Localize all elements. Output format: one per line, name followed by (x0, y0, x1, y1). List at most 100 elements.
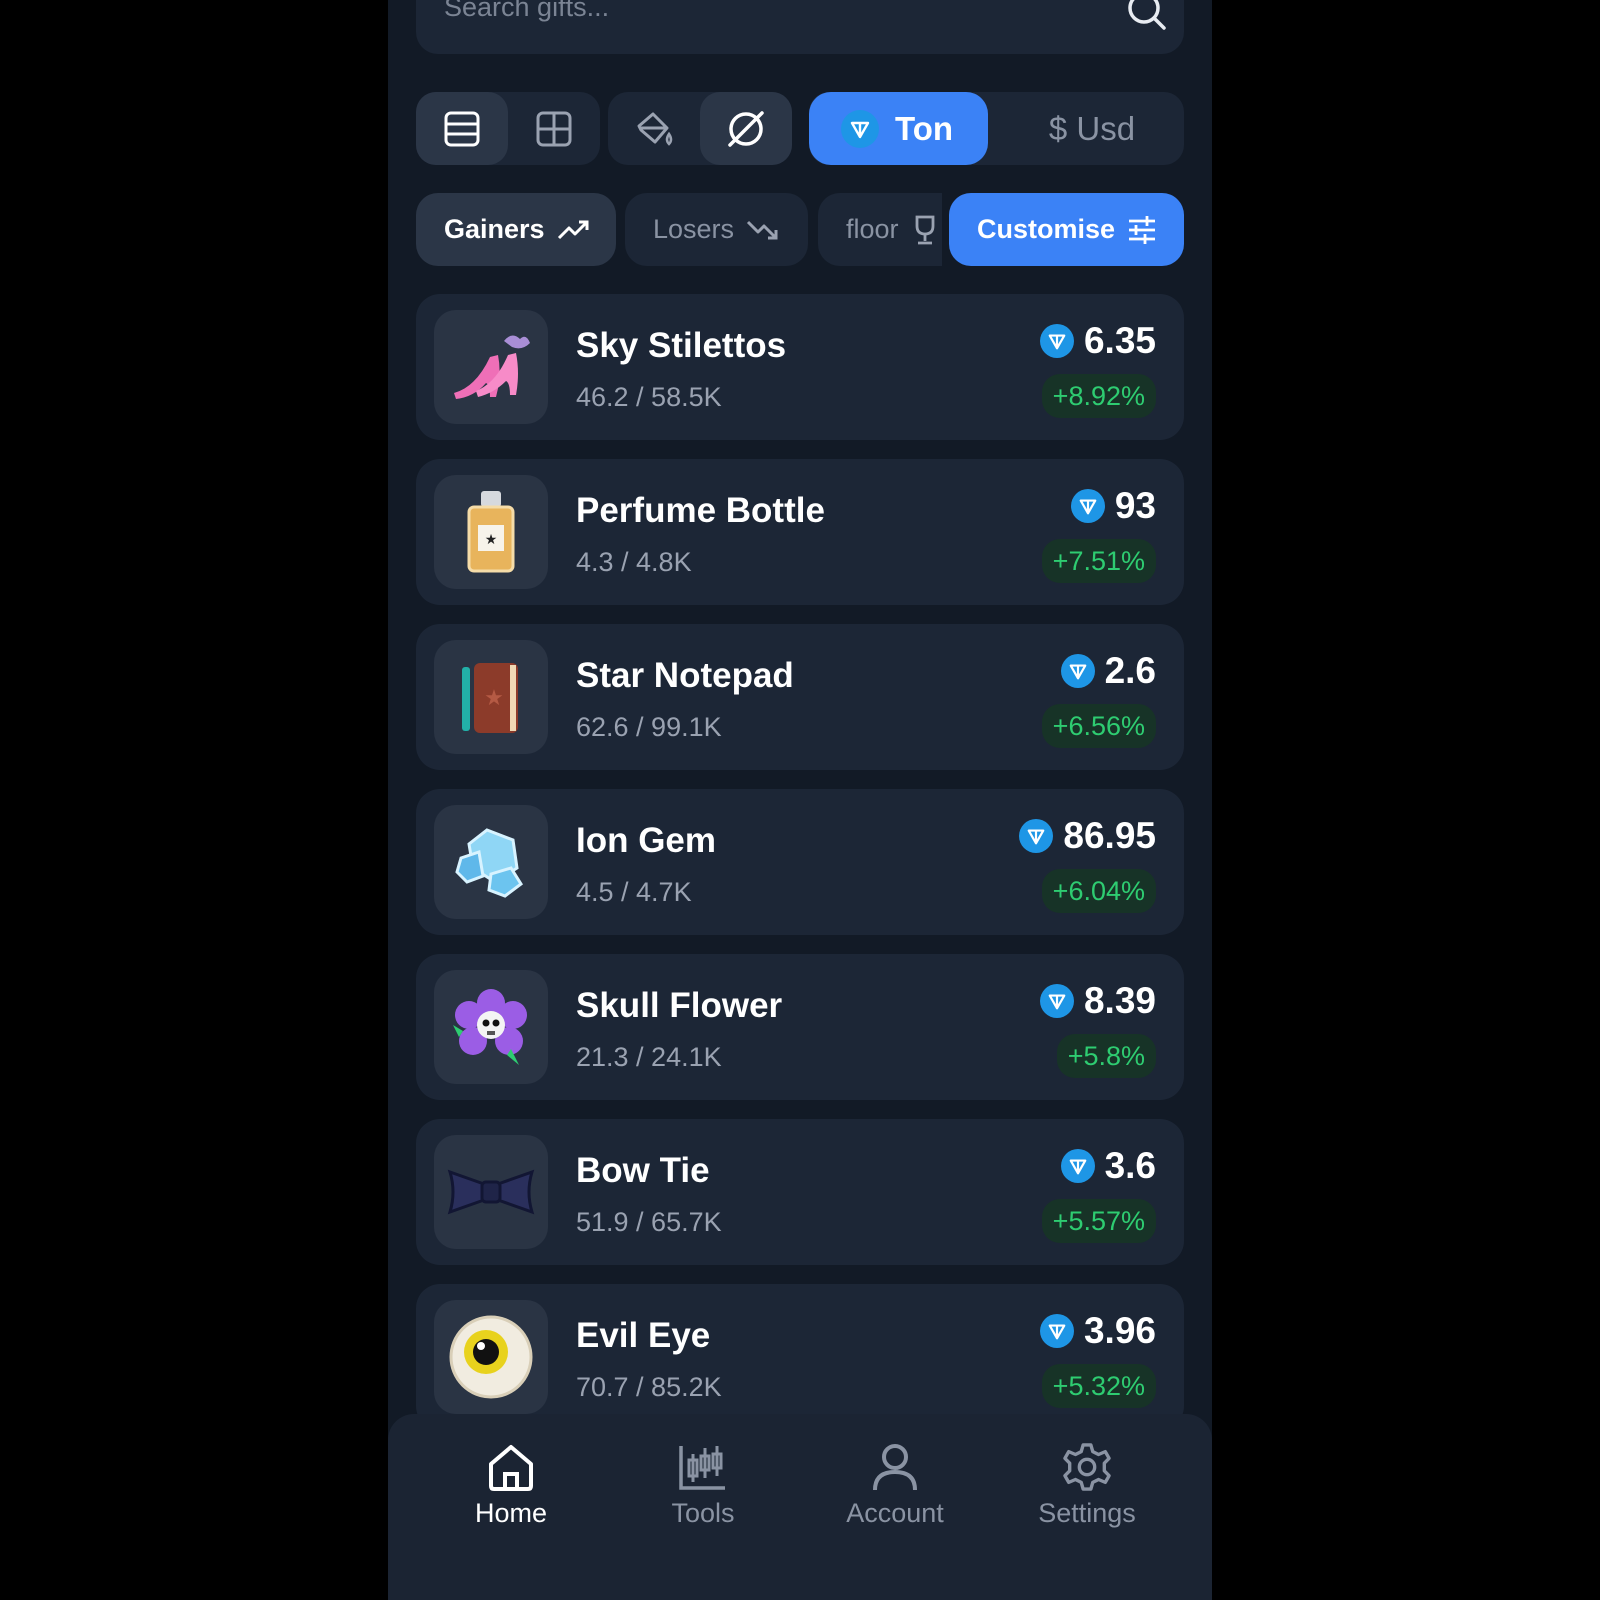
gift-price: 2.6 (1060, 650, 1156, 692)
ton-icon (1039, 324, 1074, 358)
gear-icon (1063, 1443, 1111, 1491)
gift-row[interactable]: ★ Perfume Bottle 4.3 / 4.8K 93 +7.51% (416, 459, 1184, 605)
gift-row[interactable]: ★ Star Notepad 62.6 / 99.1K 2.6 +6.56% (416, 624, 1184, 770)
view-toggle (416, 92, 600, 165)
notepad-icon: ★ (462, 663, 518, 733)
bow-tie-icon (447, 1169, 535, 1215)
usd-label: $ Usd (1048, 109, 1136, 147)
ton-icon (1019, 819, 1054, 853)
price-value: 8.39 (1083, 980, 1156, 1021)
nav-account-label: Account (846, 1498, 944, 1528)
gift-price: 3.96 (1039, 1310, 1156, 1352)
losers-label: Losers (653, 214, 735, 244)
gift-supply: 46.2 / 58.5K (576, 382, 722, 412)
nav-home[interactable]: Home (426, 1442, 596, 1529)
sliders-icon (1129, 215, 1156, 244)
gift-supply: 51.9 / 65.7K (576, 1207, 722, 1237)
gem-icon (455, 828, 524, 898)
price-value: 3.96 (1083, 1310, 1156, 1351)
gift-supply: 70.7 / 85.2K (576, 1372, 722, 1402)
gift-thumbnail: ★ (434, 640, 548, 754)
ton-icon (1070, 489, 1105, 523)
fill-button[interactable] (608, 92, 700, 165)
ton-icon (1039, 1314, 1074, 1348)
trophy-icon (915, 215, 934, 244)
gift-row[interactable]: Bow Tie 51.9 / 65.7K 3.6 +5.57% (416, 1119, 1184, 1265)
floor-chip[interactable]: floor (818, 193, 942, 266)
price-value: 6.35 (1083, 320, 1156, 361)
grid-view-icon (536, 111, 572, 146)
change-badge: +8.92% (1041, 374, 1156, 418)
gift-row[interactable]: Sky Stilettos 46.2 / 58.5K 6.35 +8.92% (416, 294, 1184, 440)
bottom-nav: Home Tools Account Settings (388, 1414, 1212, 1600)
gift-thumbnail (434, 970, 548, 1084)
home-icon (489, 1445, 533, 1491)
stiletto-icon (454, 335, 530, 399)
nav-home-label: Home (474, 1498, 548, 1528)
gift-row[interactable]: Skull Flower 21.3 / 24.1K 8.39 +5.8% (416, 954, 1184, 1100)
change-badge: +5.8% (1056, 1034, 1156, 1078)
gift-price: 8.39 (1039, 980, 1156, 1022)
nav-settings-label: Settings (1038, 1498, 1136, 1528)
trending-down-icon (746, 220, 778, 239)
gift-row[interactable]: Evil Eye 70.7 / 85.2K 3.96 +5.32% (416, 1284, 1184, 1430)
svg-text:★: ★ (484, 686, 504, 711)
change-badge: +7.51% (1041, 539, 1156, 583)
ton-currency-button[interactable]: Ton (809, 92, 988, 165)
gift-row[interactable]: Ion Gem 4.5 / 4.7K 86.95 +6.04% (416, 789, 1184, 935)
perfume-icon: ★ (467, 491, 515, 573)
search-icon[interactable] (1124, 0, 1168, 32)
gift-thumbnail (434, 805, 548, 919)
ton-icon (1039, 984, 1074, 1018)
gift-thumbnail (434, 1135, 548, 1249)
gift-supply: 4.3 / 4.8K (576, 547, 692, 577)
background-toggle (608, 92, 792, 165)
search-bar[interactable]: Search gifts... (416, 0, 1184, 54)
nav-tools[interactable]: Tools (618, 1442, 788, 1529)
ton-icon (1060, 1149, 1095, 1183)
change-badge: +6.04% (1041, 869, 1156, 913)
gainers-chip[interactable]: Gainers (416, 193, 616, 266)
trending-up-icon (557, 220, 589, 239)
grid-view-button[interactable] (508, 92, 600, 165)
nav-settings[interactable]: Settings (1002, 1442, 1172, 1529)
empty-set-icon (728, 110, 764, 147)
gift-supply: 4.5 / 4.7K (576, 877, 692, 907)
usd-currency-button[interactable]: $ Usd (1000, 92, 1184, 165)
gift-thumbnail (434, 1300, 548, 1414)
price-value: 93 (1114, 485, 1156, 526)
gift-name: Ion Gem (576, 821, 717, 860)
user-icon (873, 1444, 917, 1491)
price-value: 3.6 (1104, 1145, 1156, 1186)
search-input[interactable]: Search gifts... (444, 0, 609, 23)
gift-name: Star Notepad (576, 656, 794, 695)
gift-price: 6.35 (1039, 320, 1156, 362)
list-view-button[interactable] (416, 92, 508, 165)
svg-text:★: ★ (485, 532, 498, 548)
app: Search gifts... Ton $ Usd Gainers Losers… (388, 0, 1212, 1600)
price-value: 2.6 (1104, 650, 1156, 691)
skull-flower-icon (453, 989, 527, 1065)
gift-price: 93 (1070, 485, 1156, 527)
price-value: 86.95 (1063, 815, 1156, 856)
paint-bucket-icon (637, 112, 673, 146)
nav-account[interactable]: Account (810, 1442, 980, 1529)
gift-thumbnail: ★ (434, 475, 548, 589)
gift-price: 3.6 (1060, 1145, 1156, 1187)
ton-label: Ton (895, 109, 954, 147)
change-badge: +5.57% (1041, 1199, 1156, 1243)
ton-icon (841, 109, 879, 148)
gift-name: Bow Tie (576, 1151, 710, 1190)
gainers-label: Gainers (444, 214, 545, 244)
gift-name: Sky Stilettos (576, 326, 787, 365)
gift-supply: 21.3 / 24.1K (576, 1042, 722, 1072)
losers-chip[interactable]: Losers (625, 193, 808, 266)
customise-button[interactable]: Customise (949, 193, 1184, 266)
gift-supply: 62.6 / 99.1K (576, 712, 722, 742)
list-view-icon (444, 111, 480, 146)
change-badge: +6.56% (1041, 704, 1156, 748)
change-badge: +5.32% (1041, 1364, 1156, 1408)
no-fill-button[interactable] (700, 92, 792, 165)
floor-label: floor (846, 214, 899, 244)
customise-label: Customise (977, 214, 1116, 244)
